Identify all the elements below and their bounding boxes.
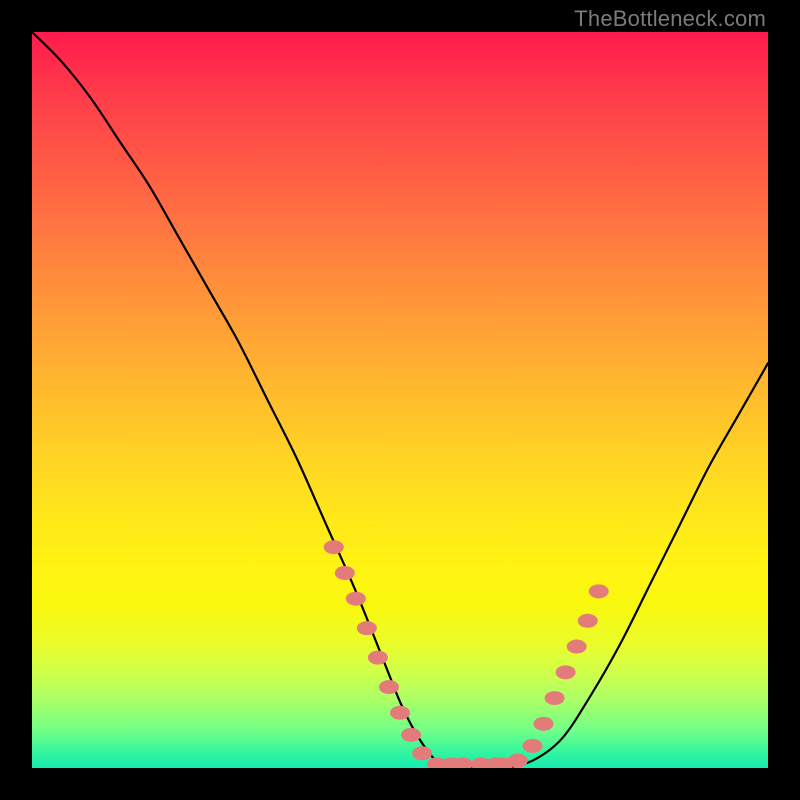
plot-area <box>32 32 768 768</box>
curve-marker <box>324 540 344 554</box>
curve-marker <box>379 680 399 694</box>
curve-marker <box>412 746 432 760</box>
curve-marker <box>567 640 587 654</box>
curve-marker <box>556 665 576 679</box>
curve-marker <box>346 592 366 606</box>
curve-marker <box>335 566 355 580</box>
curve-marker <box>390 706 410 720</box>
bottleneck-curve <box>32 32 768 768</box>
curve-marker <box>357 621 377 635</box>
curve-marker <box>578 614 598 628</box>
curve-marker <box>589 584 609 598</box>
curve-marker <box>508 754 528 768</box>
curve-marker <box>545 691 565 705</box>
curve-marker <box>522 739 542 753</box>
curve-svg <box>32 32 768 768</box>
attribution-text: TheBottleneck.com <box>574 6 766 32</box>
chart-frame: TheBottleneck.com <box>0 0 800 800</box>
curve-marker <box>368 651 388 665</box>
curve-marker <box>534 717 554 731</box>
curve-marker <box>401 728 421 742</box>
